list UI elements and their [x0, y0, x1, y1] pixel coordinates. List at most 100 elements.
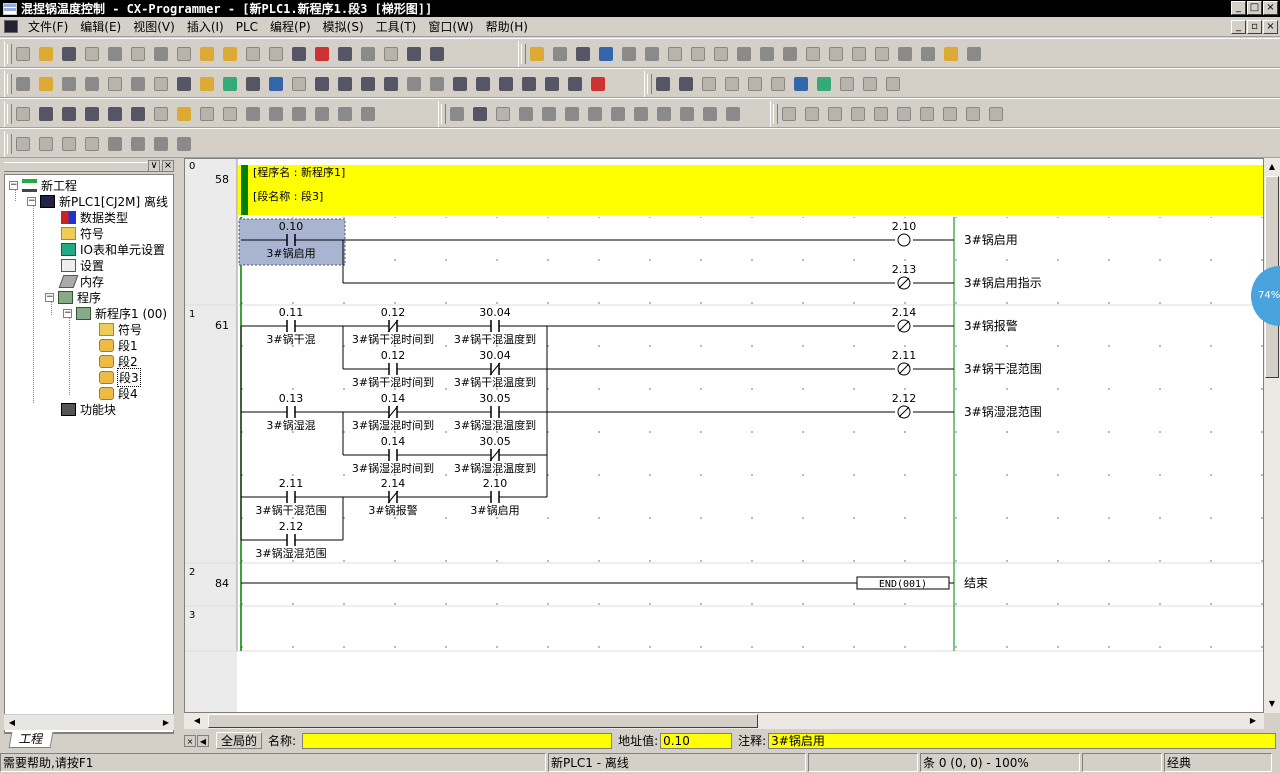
hex10b-icon[interactable] [266, 104, 286, 124]
symbol-table-icon[interactable] [197, 74, 217, 94]
tree-node-section-3[interactable]: 段3 [99, 367, 141, 387]
mode-debug-icon[interactable] [826, 44, 846, 64]
ladder-editor[interactable]: [程序名 : 新程序1] [段名称 : 段3] 0 58 1 61 2 84 3 [184, 158, 1264, 713]
insert7-icon[interactable] [917, 104, 937, 124]
ladder-window-icon[interactable] [36, 104, 56, 124]
watch-window-icon[interactable] [699, 74, 719, 94]
step-in-icon[interactable] [631, 104, 651, 124]
tab-project[interactable]: 工程 [8, 732, 54, 748]
info-icon[interactable] [381, 44, 401, 64]
calc-icon[interactable] [220, 104, 240, 124]
clipboard-icon[interactable] [220, 44, 240, 64]
skip-to-end-icon[interactable] [723, 104, 743, 124]
binoculars-icon[interactable] [573, 44, 593, 64]
symbol-icon[interactable] [151, 104, 171, 124]
output-window-icon[interactable] [722, 74, 742, 94]
cut-icon[interactable] [151, 44, 171, 64]
tool-a-icon[interactable] [105, 134, 125, 154]
page-icon[interactable] [197, 104, 217, 124]
coil-nc-icon[interactable] [473, 74, 493, 94]
maximize-button[interactable]: □ [1247, 1, 1262, 15]
pt-contact-icon[interactable] [519, 74, 539, 94]
mnemonic-icon[interactable] [174, 74, 194, 94]
online-icon[interactable] [596, 44, 616, 64]
insert6-icon[interactable] [894, 104, 914, 124]
step-over-icon[interactable] [677, 104, 697, 124]
tree-horizontal-scrollbar[interactable]: ◀ ▶ [4, 714, 174, 730]
tree-node-settings[interactable]: 设置 [61, 257, 105, 273]
new-file-icon[interactable] [13, 44, 33, 64]
insert5-icon[interactable] [871, 104, 891, 124]
tree-expander[interactable]: − [27, 196, 36, 206]
insert1-icon[interactable] [779, 104, 799, 124]
contact-or-nc-icon[interactable] [381, 74, 401, 94]
transfer-to-plc-icon[interactable] [665, 44, 685, 64]
online-edit-send-icon[interactable] [941, 44, 961, 64]
open-folder-icon[interactable] [36, 44, 56, 64]
workspace-close-button[interactable]: × [162, 160, 174, 172]
mode-monitor-icon[interactable] [849, 44, 869, 64]
horizontal-scroll-thumb[interactable] [208, 714, 758, 728]
pt-line-icon[interactable] [542, 74, 562, 94]
ladder-vertical-scrollbar[interactable]: ▲ ▼ [1264, 158, 1280, 713]
menu-help[interactable]: 帮助(H) [480, 18, 534, 35]
zoom-in-icon[interactable] [36, 74, 56, 94]
find-icon[interactable] [289, 44, 309, 64]
screen-icon[interactable] [105, 104, 125, 124]
hex10-icon[interactable] [243, 104, 263, 124]
memory-table-icon[interactable] [676, 74, 696, 94]
insert4-icon[interactable] [848, 104, 868, 124]
tree-node-datatype[interactable]: 数据类型 [61, 209, 129, 225]
zoom-out-icon[interactable] [82, 74, 102, 94]
scroll-left-icon[interactable]: ◀ [190, 714, 204, 728]
cursor-select-icon[interactable] [266, 74, 286, 94]
pause-sim-icon[interactable] [608, 104, 628, 124]
info-prev-button[interactable]: ◀ [197, 734, 209, 747]
menu-simulate[interactable]: 模拟(S) [317, 18, 370, 35]
memory-view-icon[interactable] [653, 74, 673, 94]
tree-node-section-1[interactable]: 段1 [99, 337, 139, 353]
menu-file[interactable]: 文件(F) [22, 18, 74, 35]
scroll-left-icon[interactable]: ◀ [5, 716, 19, 730]
step-out-icon[interactable] [654, 104, 674, 124]
arrow-tool2-icon[interactable] [358, 104, 378, 124]
cross-ref-icon[interactable] [174, 104, 194, 124]
gear2-icon[interactable] [539, 104, 559, 124]
force-on-icon[interactable] [734, 44, 754, 64]
minimize-button[interactable]: _ [1231, 1, 1246, 15]
close-button[interactable]: × [1263, 1, 1278, 15]
menu-insert[interactable]: 插入(I) [181, 18, 230, 35]
undo-icon[interactable] [243, 44, 263, 64]
tree-expander[interactable]: − [63, 308, 72, 318]
tree-expander[interactable]: − [9, 180, 18, 190]
vertical-line-icon[interactable] [404, 74, 424, 94]
replace-icon[interactable] [312, 44, 332, 64]
diagram-icon[interactable] [59, 104, 79, 124]
scroll-right-icon[interactable]: ▶ [159, 716, 173, 730]
scroll-up-icon[interactable]: ▲ [1265, 160, 1279, 174]
address-view-icon[interactable] [791, 74, 811, 94]
list-icon[interactable] [59, 134, 79, 154]
menu-edit[interactable]: 编辑(E) [74, 18, 127, 35]
setup-icon[interactable] [128, 104, 148, 124]
warning-icon[interactable] [527, 44, 547, 64]
force-off-icon[interactable] [757, 44, 777, 64]
mdi-restore-button[interactable]: ▫ [1247, 20, 1262, 34]
line-connect-icon[interactable] [565, 74, 585, 94]
tree-node-memory[interactable]: 内存 [58, 273, 105, 289]
info-close-button[interactable]: × [184, 734, 196, 747]
comment-field[interactable]: 3#锅启用 [768, 732, 1277, 749]
rung-comment-icon[interactable] [243, 74, 263, 94]
document-icon[interactable] [4, 20, 18, 33]
grid-icon[interactable] [105, 74, 125, 94]
menu-program[interactable]: 编程(P) [264, 18, 317, 35]
hex16-icon[interactable] [289, 104, 309, 124]
indent-icon[interactable] [13, 134, 33, 154]
menu-view[interactable]: 视图(V) [127, 18, 181, 35]
online-edit-cancel-icon[interactable] [918, 44, 938, 64]
tree-node-function-blocks[interactable]: 功能块 [61, 401, 117, 417]
insert2-icon[interactable] [802, 104, 822, 124]
tree-node-symbols[interactable]: 符号 [61, 225, 105, 241]
contact-nc-icon[interactable] [335, 74, 355, 94]
tree-node-programs[interactable]: − 程序 [45, 289, 102, 305]
